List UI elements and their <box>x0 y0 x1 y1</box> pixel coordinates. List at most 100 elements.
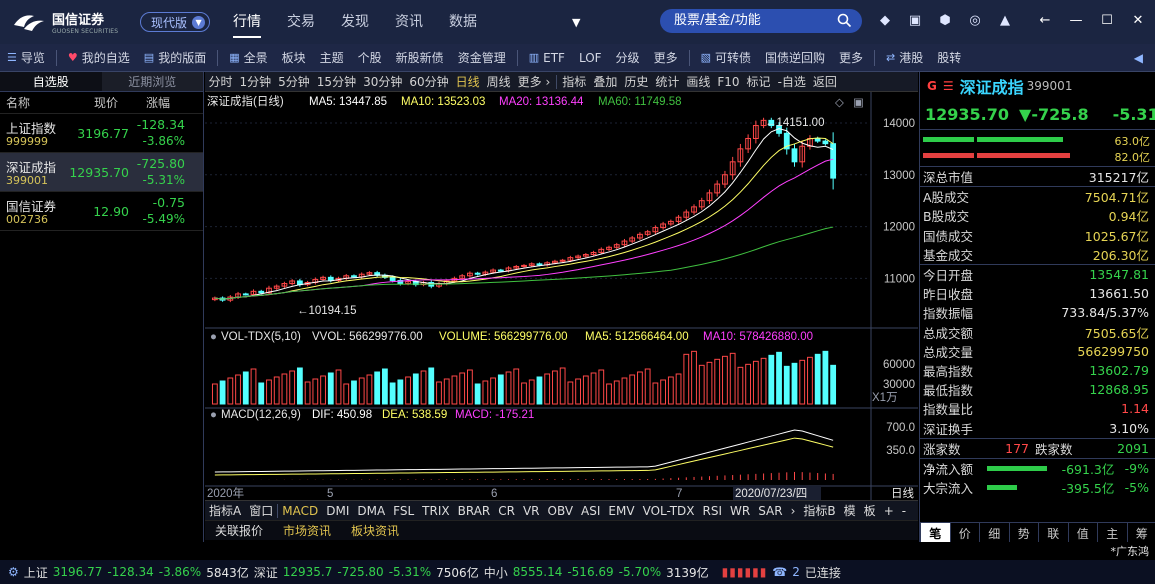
layers-icon[interactable]: ◆ <box>876 12 894 30</box>
chart-btn-mark[interactable]: 标记 <box>743 73 774 90</box>
col-price[interactable]: 现价 <box>94 94 118 111</box>
maximize-icon[interactable]: ☐ <box>1098 12 1116 30</box>
chart-btn-f10[interactable]: F10 <box>714 75 743 89</box>
tab-trend[interactable]: 势 <box>1008 523 1039 544</box>
sz-label[interactable]: 深证 <box>254 564 278 581</box>
hexagon-icon[interactable]: ⬢ <box>936 12 954 30</box>
nav-news[interactable]: 资讯 <box>395 0 423 44</box>
chart-tab-1m[interactable]: 1分钟 <box>236 73 275 90</box>
tab-rsi[interactable]: RSI <box>699 504 727 518</box>
chart-btn-back[interactable]: 返回 <box>809 73 840 90</box>
chart-tab-timeshare[interactable]: 分时 <box>205 73 236 90</box>
watchlist-row[interactable]: 上证指数 999999 3196.77 -128.34 -3.86% <box>0 114 203 153</box>
template-tab[interactable]: 模 <box>840 502 860 519</box>
chart-tab-daily[interactable]: 日线 <box>452 73 483 90</box>
menu-icon[interactable]: ☰ <box>943 79 954 93</box>
tab-value[interactable]: 值 <box>1067 523 1098 544</box>
tab-watchlist[interactable]: 自选股 <box>0 72 102 91</box>
chart-btn-overlay[interactable]: 叠加 <box>590 73 621 90</box>
tab-dma[interactable]: DMA <box>353 504 389 518</box>
tab-cr[interactable]: CR <box>494 504 519 518</box>
kline-chart[interactable]: 14000 13000 12000 11000 60000 30000 700.0 350.0… <box>205 92 918 500</box>
zoom-in-button[interactable]: + <box>880 504 898 518</box>
tab-dmi[interactable]: DMI <box>322 504 353 518</box>
toolbar-hk[interactable]: ⇄ 港股 <box>879 49 930 66</box>
toolbar-stocks[interactable]: 个股 <box>351 49 389 66</box>
ticker-text[interactable]: *广东鸿 <box>1111 543 1150 559</box>
chart-tab-more[interactable]: 更多 › <box>514 73 554 90</box>
tab-emv[interactable]: EMV <box>604 504 638 518</box>
chart-btn-history[interactable]: 历史 <box>621 73 652 90</box>
chart-tab-15m[interactable]: 15分钟 <box>313 73 359 90</box>
tab-wr[interactable]: WR <box>726 504 754 518</box>
tab-detail[interactable]: 细 <box>979 523 1009 544</box>
toolbar-scroll-icon[interactable]: ◀ <box>1134 51 1143 65</box>
tab-related-quotes[interactable]: 关联报价 <box>205 522 273 539</box>
tab-asi[interactable]: ASI <box>577 504 604 518</box>
indicator-b-tab[interactable]: 指标B <box>799 502 839 519</box>
toolbar-convertible[interactable]: ▧ 可转债 <box>694 49 758 66</box>
tab-related[interactable]: 联 <box>1038 523 1068 544</box>
toolbar-guide[interactable]: ☰ 导览 <box>0 49 52 66</box>
tab-obv[interactable]: OBV <box>544 504 578 518</box>
tab-ticks[interactable]: 笔 <box>920 523 950 544</box>
toolbar-etf[interactable]: ▥ ETF <box>522 51 572 65</box>
col-name[interactable]: 名称 <box>6 94 30 111</box>
tab-recent[interactable]: 近期浏览 <box>101 72 203 91</box>
tab-trix[interactable]: TRIX <box>418 504 453 518</box>
lock-icon[interactable]: ▲ <box>996 12 1014 30</box>
mode-switch-button[interactable]: 现代版 ▼ <box>140 12 211 32</box>
chart-btn-indicator[interactable]: 指标 <box>559 73 590 90</box>
kline-chart-area[interactable]: 14000 13000 12000 11000 60000 30000 700.0 350.0… <box>205 92 918 520</box>
toolbar-my-layout[interactable]: ▤ 我的版面 <box>137 49 213 66</box>
tab-sar[interactable]: SAR <box>754 504 786 518</box>
toolbar-panorama[interactable]: ▦ 全景 <box>222 49 274 66</box>
chart-tab-weekly[interactable]: 周线 <box>483 73 514 90</box>
toolbar-graded[interactable]: 分级 <box>609 49 647 66</box>
toolbar-sectors[interactable]: 板块 <box>275 49 313 66</box>
zx-label[interactable]: 中小 <box>484 564 508 581</box>
tabs-more-icon[interactable]: › <box>787 504 800 518</box>
watchlist-row[interactable]: 深证成指 399001 12935.70 -725.80 -5.31% <box>0 153 203 192</box>
close-icon[interactable]: ✕ <box>1129 12 1147 30</box>
f10-icon[interactable]: ▣ <box>906 12 924 30</box>
window-tab[interactable]: 窗口 <box>245 502 277 519</box>
tab-macd[interactable]: MACD <box>278 504 322 518</box>
sh-label[interactable]: 上证 <box>24 564 48 581</box>
toolbar-new-issues[interactable]: 新股新债 <box>389 49 451 66</box>
toolbar-more-1[interactable]: 更多 <box>647 49 685 66</box>
indicator-a-tab[interactable]: 指标A <box>205 502 245 519</box>
tab-main[interactable]: 主 <box>1097 523 1127 544</box>
toolbar-more-2[interactable]: 更多 <box>832 49 870 66</box>
chart-tab-30m[interactable]: 30分钟 <box>360 73 406 90</box>
toolbar-my-watchlist[interactable]: ♥ 我的自选 <box>61 49 137 66</box>
toolbar-fund-mgmt[interactable]: 资金管理 <box>451 49 513 66</box>
watchlist-row[interactable]: 国信证券 002736 12.90 -0.75 -5.49% <box>0 192 203 231</box>
nav-more-caret-icon[interactable]: ▼ <box>572 16 580 29</box>
search-icon[interactable] <box>837 13 852 28</box>
nav-discover[interactable]: 发现 <box>341 0 369 44</box>
nav-quotes[interactable]: 行情 <box>233 0 262 44</box>
tab-fsl[interactable]: FSL <box>389 504 418 518</box>
chart-tab-5m[interactable]: 5分钟 <box>275 73 314 90</box>
toolbar-neeq[interactable]: 股转 <box>930 49 968 66</box>
tab-price[interactable]: 价 <box>949 523 980 544</box>
search-input[interactable]: 股票/基金/功能 <box>660 9 862 33</box>
chart-btn-draw[interactable]: 画线 <box>683 73 714 90</box>
headset-icon[interactable]: ◎ <box>966 12 984 30</box>
nav-trade[interactable]: 交易 <box>287 0 315 44</box>
settings-icon[interactable]: ⚙ <box>8 565 19 579</box>
tab-market-news[interactable]: 市场资讯 <box>273 522 341 539</box>
chart-tab-60m[interactable]: 60分钟 <box>406 73 452 90</box>
minimize-icon[interactable]: — <box>1067 12 1085 30</box>
board-tab[interactable]: 板 <box>860 502 880 519</box>
connection-status[interactable]: 已连接 <box>805 564 841 581</box>
toolbar-themes[interactable]: 主题 <box>313 49 351 66</box>
zoom-out-button[interactable]: - <box>898 504 910 518</box>
chart-btn-unwatch[interactable]: -自选 <box>774 73 809 90</box>
nav-data[interactable]: 数据 <box>449 0 477 44</box>
phone-icon[interactable]: ☎ <box>772 565 787 579</box>
tab-sector-news[interactable]: 板块资讯 <box>341 522 409 539</box>
tab-vr[interactable]: VR <box>519 504 544 518</box>
toolbar-lof[interactable]: LOF <box>572 51 609 65</box>
